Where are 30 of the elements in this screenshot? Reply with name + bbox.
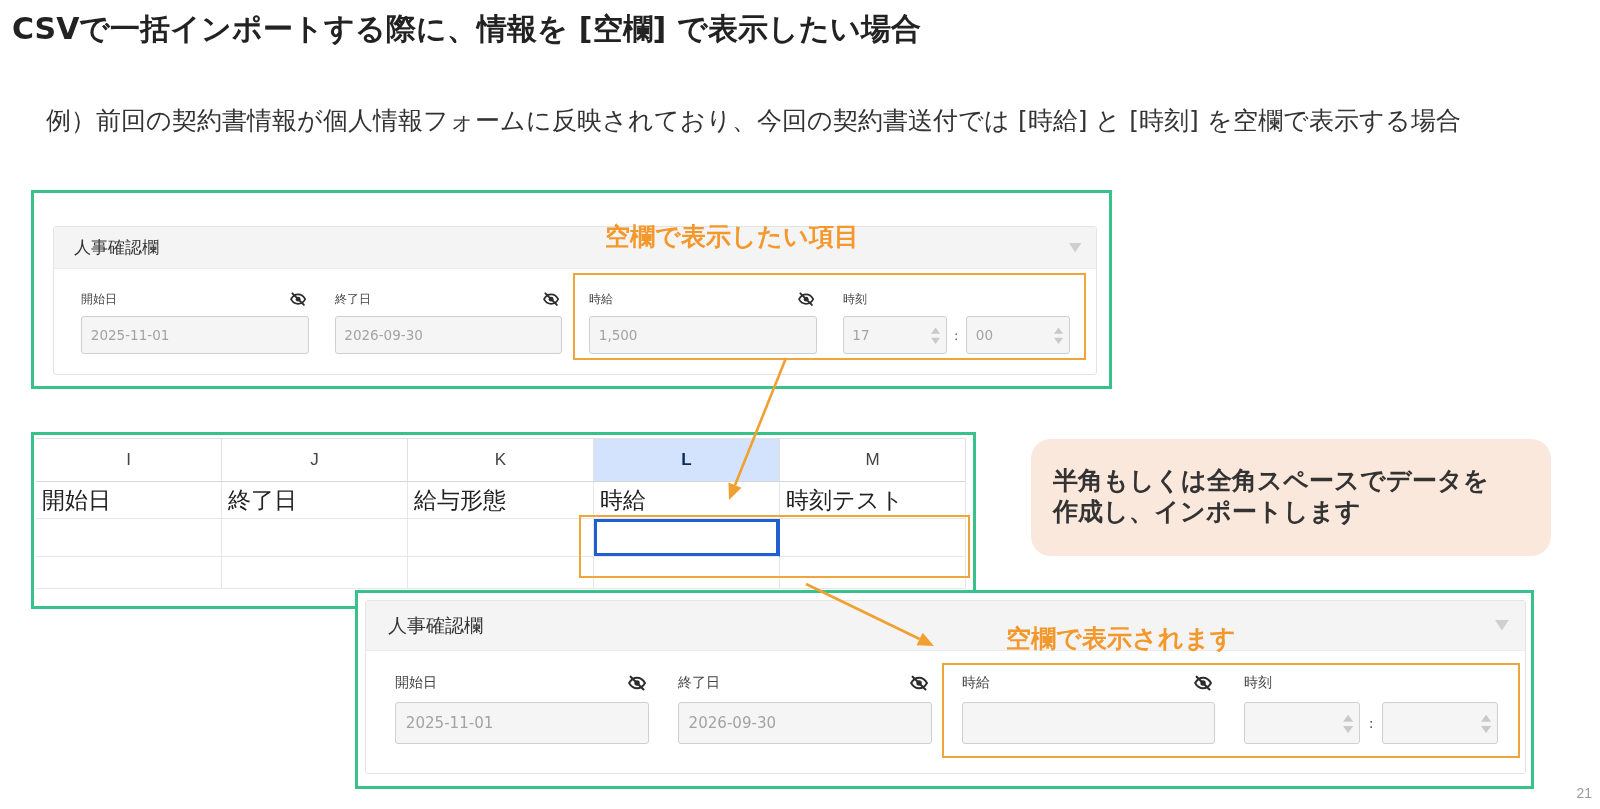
caret-down-icon[interactable] [1069,242,1082,253]
column-header[interactable]: J [222,439,408,482]
column-header[interactable]: I [36,439,222,482]
field-label: 時刻 [842,291,867,308]
annotation-label: 空欄で表示したい項目 [605,222,859,252]
spreadsheet-cell[interactable]: 時刻テスト [780,482,966,519]
field-label: 時刻 [1244,674,1273,692]
slide-subtitle: 例）前回の契約書情報が個人情報フォームに反映されており、今回の契約書送付では [時給] と [時刻] を空欄で表示する場合 [46,105,1461,137]
field-label: 終了日 [677,674,720,692]
field-label: 終了日 [334,291,371,308]
page-number: 21 [1576,785,1592,801]
column-header[interactable]: K [408,439,594,482]
field-label: 時給 [961,674,990,692]
note-text: 半角もしくは全角スペースでデータを作成し、インポートします [1053,465,1490,527]
column-header[interactable]: L [594,439,780,482]
spreadsheet-cell[interactable]: 給与形態 [408,482,594,519]
slide-title: CSVで一括インポートする際に、情報を [空欄] で表示したい場合 [12,11,921,47]
caret-down-icon[interactable] [1495,620,1510,631]
annotation-label: 空欄で表示されます [1006,624,1236,654]
spreadsheet-cell[interactable] [594,519,780,557]
section-title: 人事確認欄 [388,613,483,638]
field-label: 開始日 [395,674,437,692]
field-label: 開始日 [81,291,117,308]
time-separator: : [953,327,960,343]
time-separator: : [1367,715,1375,732]
spreadsheet-cell[interactable]: 開始日 [36,482,222,519]
spreadsheet-cell[interactable]: 終了日 [222,482,408,519]
field-label: 時給 [589,291,613,308]
section-title: 人事確認欄 [74,236,159,259]
column-header[interactable]: M [780,439,966,482]
